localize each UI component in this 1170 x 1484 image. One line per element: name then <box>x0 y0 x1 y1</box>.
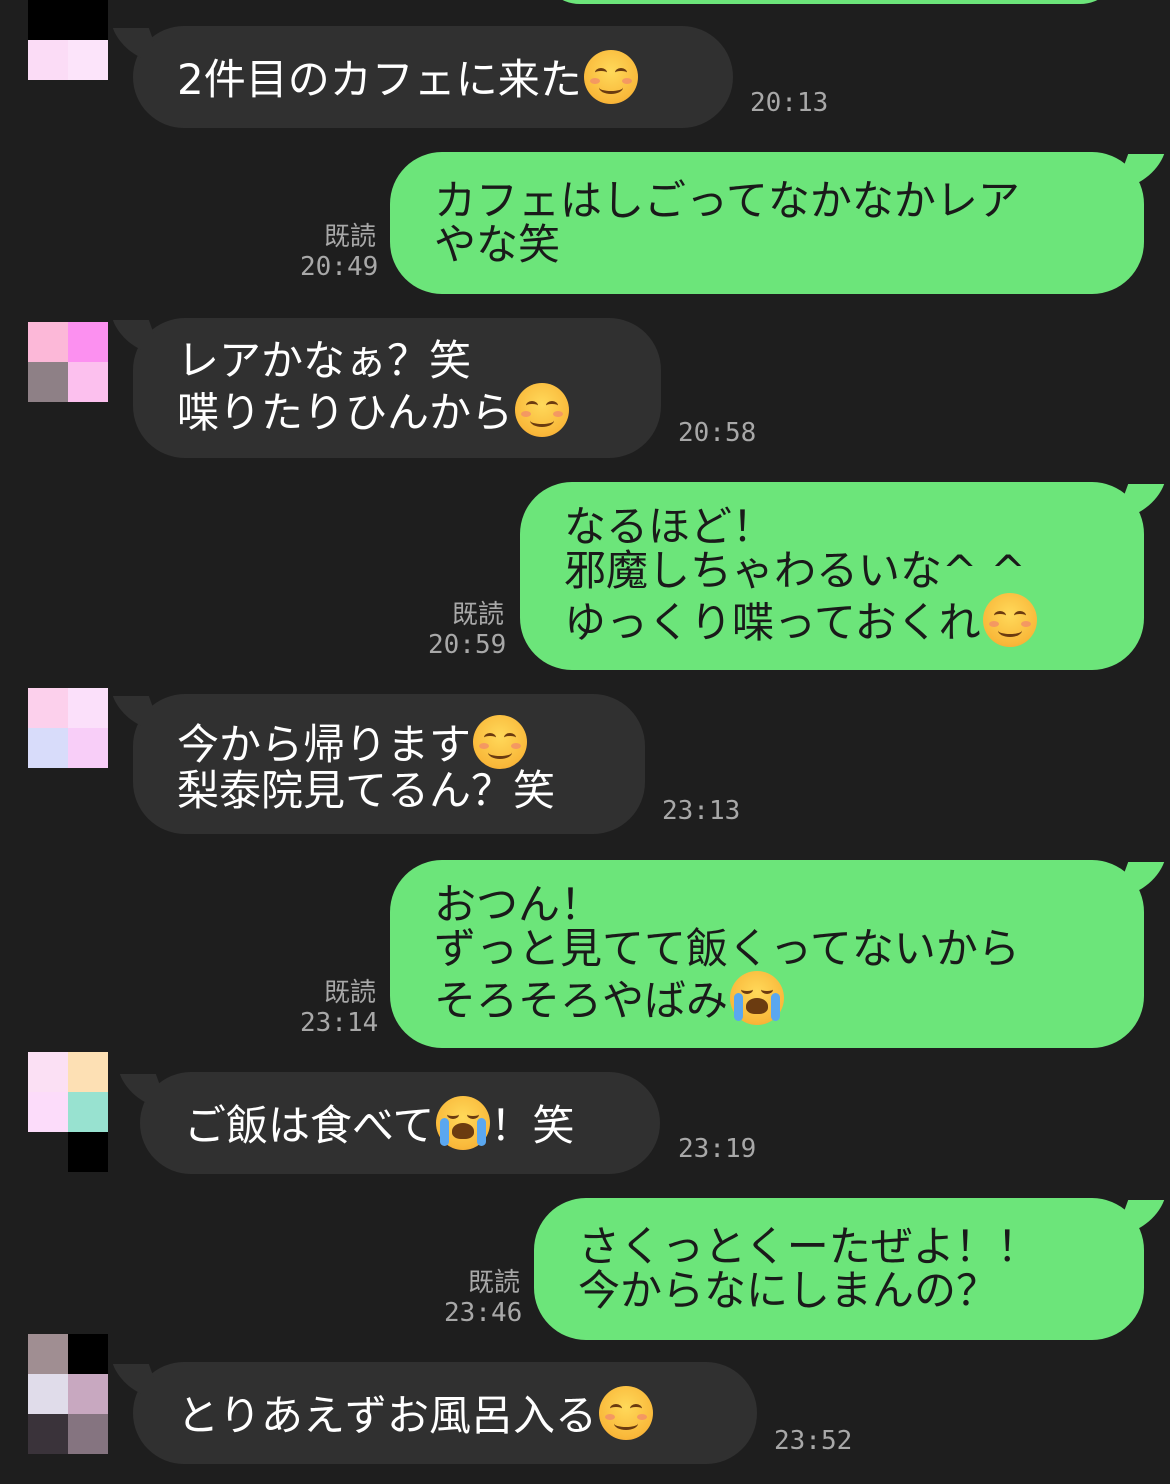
read-label: 既読 <box>467 1268 520 1298</box>
message-bubble-incoming[interactable]: 今から帰ります 梨泰院見てるん？笑 <box>133 694 645 834</box>
read-receipt: 既読 20:49 <box>300 222 379 282</box>
message-time: 20:59 <box>428 630 507 660</box>
crying-face-icon <box>436 1096 491 1150</box>
read-receipt: 既読 23:14 <box>300 978 379 1038</box>
message-bubble-incoming[interactable]: レアかなぁ？笑 喋りたりひんから <box>133 318 661 458</box>
message-text: やな笑 <box>434 220 561 269</box>
message-bubble-incoming[interactable]: 2件目のカフェに来た <box>133 26 733 128</box>
message-text: なるほど！ <box>564 502 775 551</box>
message-bubble-outgoing[interactable]: おつん！ ずっと見てて飯くってないから そろそろやばみ <box>390 860 1144 1048</box>
message-time: 23:19 <box>678 1134 757 1164</box>
avatar[interactable] <box>28 1334 108 1454</box>
smiling-face-icon <box>599 1386 654 1440</box>
message-text: 2件目のカフェに来た <box>177 55 582 104</box>
avatar[interactable] <box>28 322 108 402</box>
message-time: 23:14 <box>300 1008 379 1038</box>
read-receipt: 既読 23:46 <box>444 1268 523 1328</box>
message-time: 23:13 <box>662 796 741 826</box>
message-bubble-incoming[interactable]: ご飯は食べて ！笑 <box>140 1072 660 1174</box>
message-text: 喋りたりひんから <box>177 388 514 437</box>
message-text: ゆっくり喋っておくれ <box>564 598 981 647</box>
message-text: 梨泰院見てるん？笑 <box>177 766 556 815</box>
avatar[interactable] <box>28 1052 108 1172</box>
message-time: 23:46 <box>444 1298 523 1328</box>
message-bubble-incoming[interactable]: とりあえずお風呂入る <box>133 1362 757 1464</box>
read-receipt: 既読 20:59 <box>428 600 507 660</box>
avatar-partial <box>28 0 108 40</box>
message-text: 今からなにしまんの？ <box>578 1266 999 1315</box>
smiling-face-icon <box>583 50 638 104</box>
message-bubble-outgoing[interactable]: さくっとくーたぜよ！！ 今からなにしまんの？ <box>534 1198 1144 1340</box>
message-time: 23:52 <box>774 1426 853 1456</box>
message-text: 今から帰ります <box>177 720 472 769</box>
message-time: 20:13 <box>750 88 829 118</box>
message-text: レアかなぁ？笑 <box>177 336 472 385</box>
message-bubble-outgoing[interactable]: なるほど！ 邪魔しちゃわるいな^ ^ ゆっくり喋っておくれ <box>520 482 1144 670</box>
message-text: そろそろやばみ <box>434 976 729 1025</box>
smiling-face-icon <box>982 593 1037 647</box>
smiling-face-icon <box>515 383 570 437</box>
outgoing-bubble-partial <box>540 0 1120 4</box>
avatar[interactable] <box>28 688 108 768</box>
message-text: 邪魔しちゃわるいな^ ^ <box>564 546 1026 595</box>
message-text: とりあえずお風呂入る <box>177 1391 598 1440</box>
message-text: おつん！ <box>434 880 603 929</box>
message-time: 20:49 <box>300 252 379 282</box>
read-label: 既読 <box>323 222 376 252</box>
message-text: ご飯は食べて <box>184 1101 435 1150</box>
crying-face-icon <box>730 971 785 1025</box>
read-label: 既読 <box>323 978 376 1008</box>
message-text: カフェはしごってなかなかレア <box>434 176 1020 225</box>
avatar[interactable] <box>28 40 108 80</box>
message-text: ！笑 <box>490 1101 575 1150</box>
message-text: ずっと見てて飯くってないから <box>434 924 1020 973</box>
read-label: 既読 <box>451 600 504 630</box>
message-time: 20:58 <box>678 418 757 448</box>
smiling-face-icon <box>473 715 528 769</box>
message-bubble-outgoing[interactable]: カフェはしごってなかなかレア やな笑 <box>390 152 1144 294</box>
message-text: さくっとくーたぜよ！！ <box>578 1222 1039 1271</box>
